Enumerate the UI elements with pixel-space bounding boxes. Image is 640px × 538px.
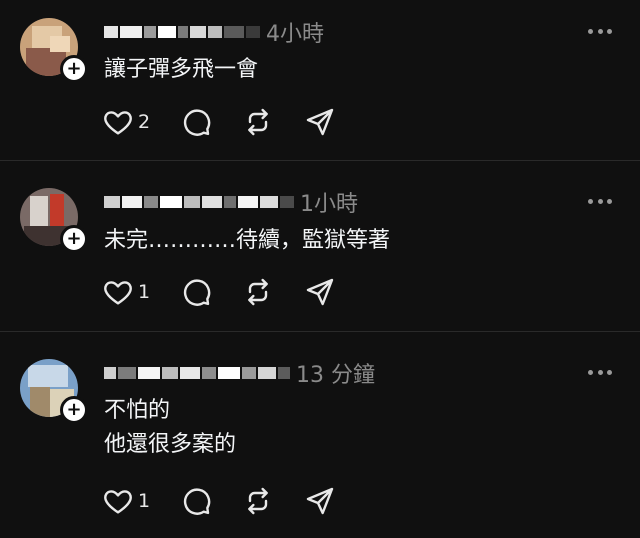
repost-icon bbox=[248, 108, 268, 136]
action-bar: 1 bbox=[102, 276, 366, 308]
thread-reply: + 1小時 未完…………待續，監獄等著 1 bbox=[0, 161, 640, 331]
repost-icon bbox=[248, 487, 268, 515]
follow-plus-icon[interactable]: + bbox=[60, 396, 88, 424]
thread-reply: + 4小時 讓子彈多飛一會 2 bbox=[0, 0, 640, 160]
like-button[interactable]: 2 bbox=[102, 106, 150, 138]
post-time: 4小時 bbox=[266, 22, 324, 47]
share-button[interactable] bbox=[304, 276, 336, 308]
follow-plus-icon[interactable]: + bbox=[60, 225, 88, 253]
send-icon bbox=[306, 487, 334, 515]
repost-button[interactable] bbox=[242, 485, 274, 517]
action-bar: 2 bbox=[102, 106, 366, 138]
post-time: 1小時 bbox=[300, 192, 358, 217]
share-button[interactable] bbox=[304, 106, 336, 138]
reply-text: 不怕的 他還很多案的 bbox=[104, 394, 236, 462]
heart-icon bbox=[104, 111, 132, 135]
reply-text: 讓子彈多飛一會 bbox=[104, 53, 258, 87]
heart-icon bbox=[104, 490, 132, 514]
reply-text-line: 未完…………待續，監獄等著 bbox=[104, 228, 391, 253]
more-dots-icon[interactable] bbox=[588, 367, 612, 377]
repost-icon bbox=[248, 278, 268, 306]
like-count: 2 bbox=[138, 111, 151, 133]
blurred-username[interactable] bbox=[104, 26, 118, 38]
thread-reply: + 13 分鐘 不怕的 他還很多案的 1 bbox=[0, 332, 640, 538]
blurred-username[interactable] bbox=[104, 196, 120, 208]
repost-button[interactable] bbox=[242, 276, 274, 308]
username-row: 4小時 bbox=[104, 17, 324, 47]
reply-text-line: 不怕的 bbox=[104, 398, 171, 423]
send-icon bbox=[306, 108, 334, 136]
comment-bubble-icon bbox=[184, 488, 211, 515]
more-dots-icon[interactable] bbox=[588, 196, 612, 206]
repost-button[interactable] bbox=[242, 106, 274, 138]
blurred-username[interactable] bbox=[104, 367, 116, 379]
more-dots-icon[interactable] bbox=[588, 26, 612, 36]
heart-icon bbox=[104, 281, 132, 305]
share-button[interactable] bbox=[304, 485, 336, 517]
username-row: 13 分鐘 bbox=[104, 358, 375, 388]
like-count: 1 bbox=[138, 490, 151, 512]
reply-text-line: 讓子彈多飛一會 bbox=[104, 57, 259, 82]
send-icon bbox=[306, 278, 334, 306]
like-button[interactable]: 1 bbox=[102, 485, 150, 517]
reply-text-line: 他還很多案的 bbox=[104, 432, 237, 457]
username-row: 1小時 bbox=[104, 187, 358, 217]
comment-button[interactable] bbox=[180, 276, 212, 308]
post-time: 13 分鐘 bbox=[296, 363, 375, 388]
like-count: 1 bbox=[138, 281, 151, 303]
action-bar: 1 bbox=[102, 485, 366, 517]
reply-text: 未完…………待續，監獄等著 bbox=[104, 224, 390, 258]
comment-button[interactable] bbox=[180, 106, 212, 138]
comment-button[interactable] bbox=[180, 485, 212, 517]
comment-bubble-icon bbox=[184, 109, 211, 136]
comment-bubble-icon bbox=[184, 279, 211, 306]
follow-plus-icon[interactable]: + bbox=[60, 55, 88, 83]
like-button[interactable]: 1 bbox=[102, 276, 150, 308]
